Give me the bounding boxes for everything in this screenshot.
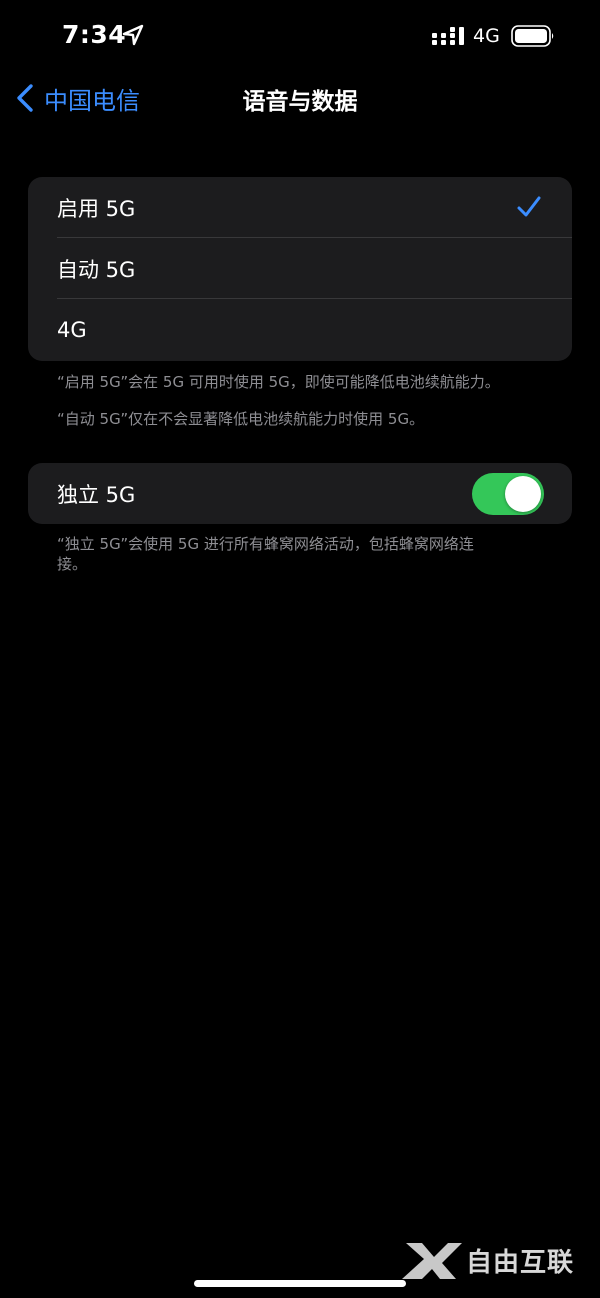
page-title: 语音与数据 [242,89,358,115]
home-indicator[interactable] [194,1280,406,1287]
option-enable-5g[interactable]: 启用 5G [28,177,572,238]
network-mode-group: 启用 5G 自动 5G 4G [28,177,572,361]
footnote-standalone-5g: “独立 5G”会使用 5G 进行所有蜂窝网络活动，包括蜂窝网络连接。 [57,535,474,573]
standalone-5g-row: 独立 5G [28,463,572,524]
toggle-knob [505,476,541,512]
option-label: 启用 5G [57,196,136,221]
network-type: 4G [473,25,500,47]
watermark-text: 自由互联 [466,1247,575,1278]
standalone-5g-toggle[interactable] [472,473,544,515]
footnote-auto-5g: “自动 5G”仅在不会显著降低电池续航能力时使用 5G。 [57,410,425,428]
status-time: 7:34 [62,20,127,49]
option-4g[interactable]: 4G [28,299,572,360]
signal-bars-icon [432,27,464,45]
option-auto-5g[interactable]: 自动 5G [28,238,572,299]
standalone-5g-label: 独立 5G [57,482,136,507]
status-bar: 7:34 4G [0,0,600,70]
x-logo-icon [402,1243,462,1279]
watermark: 自由互联 [400,1235,574,1285]
option-label: 4G [57,317,87,342]
battery-icon [511,25,554,47]
standalone-5g-group: 独立 5G [28,463,572,524]
location-arrow-icon [122,24,144,46]
footnote-enable-5g: “启用 5G”会在 5G 可用时使用 5G，即使可能降低电池续航能力。 [57,373,500,391]
option-label: 自动 5G [57,257,136,282]
checkmark-icon [517,196,541,217]
